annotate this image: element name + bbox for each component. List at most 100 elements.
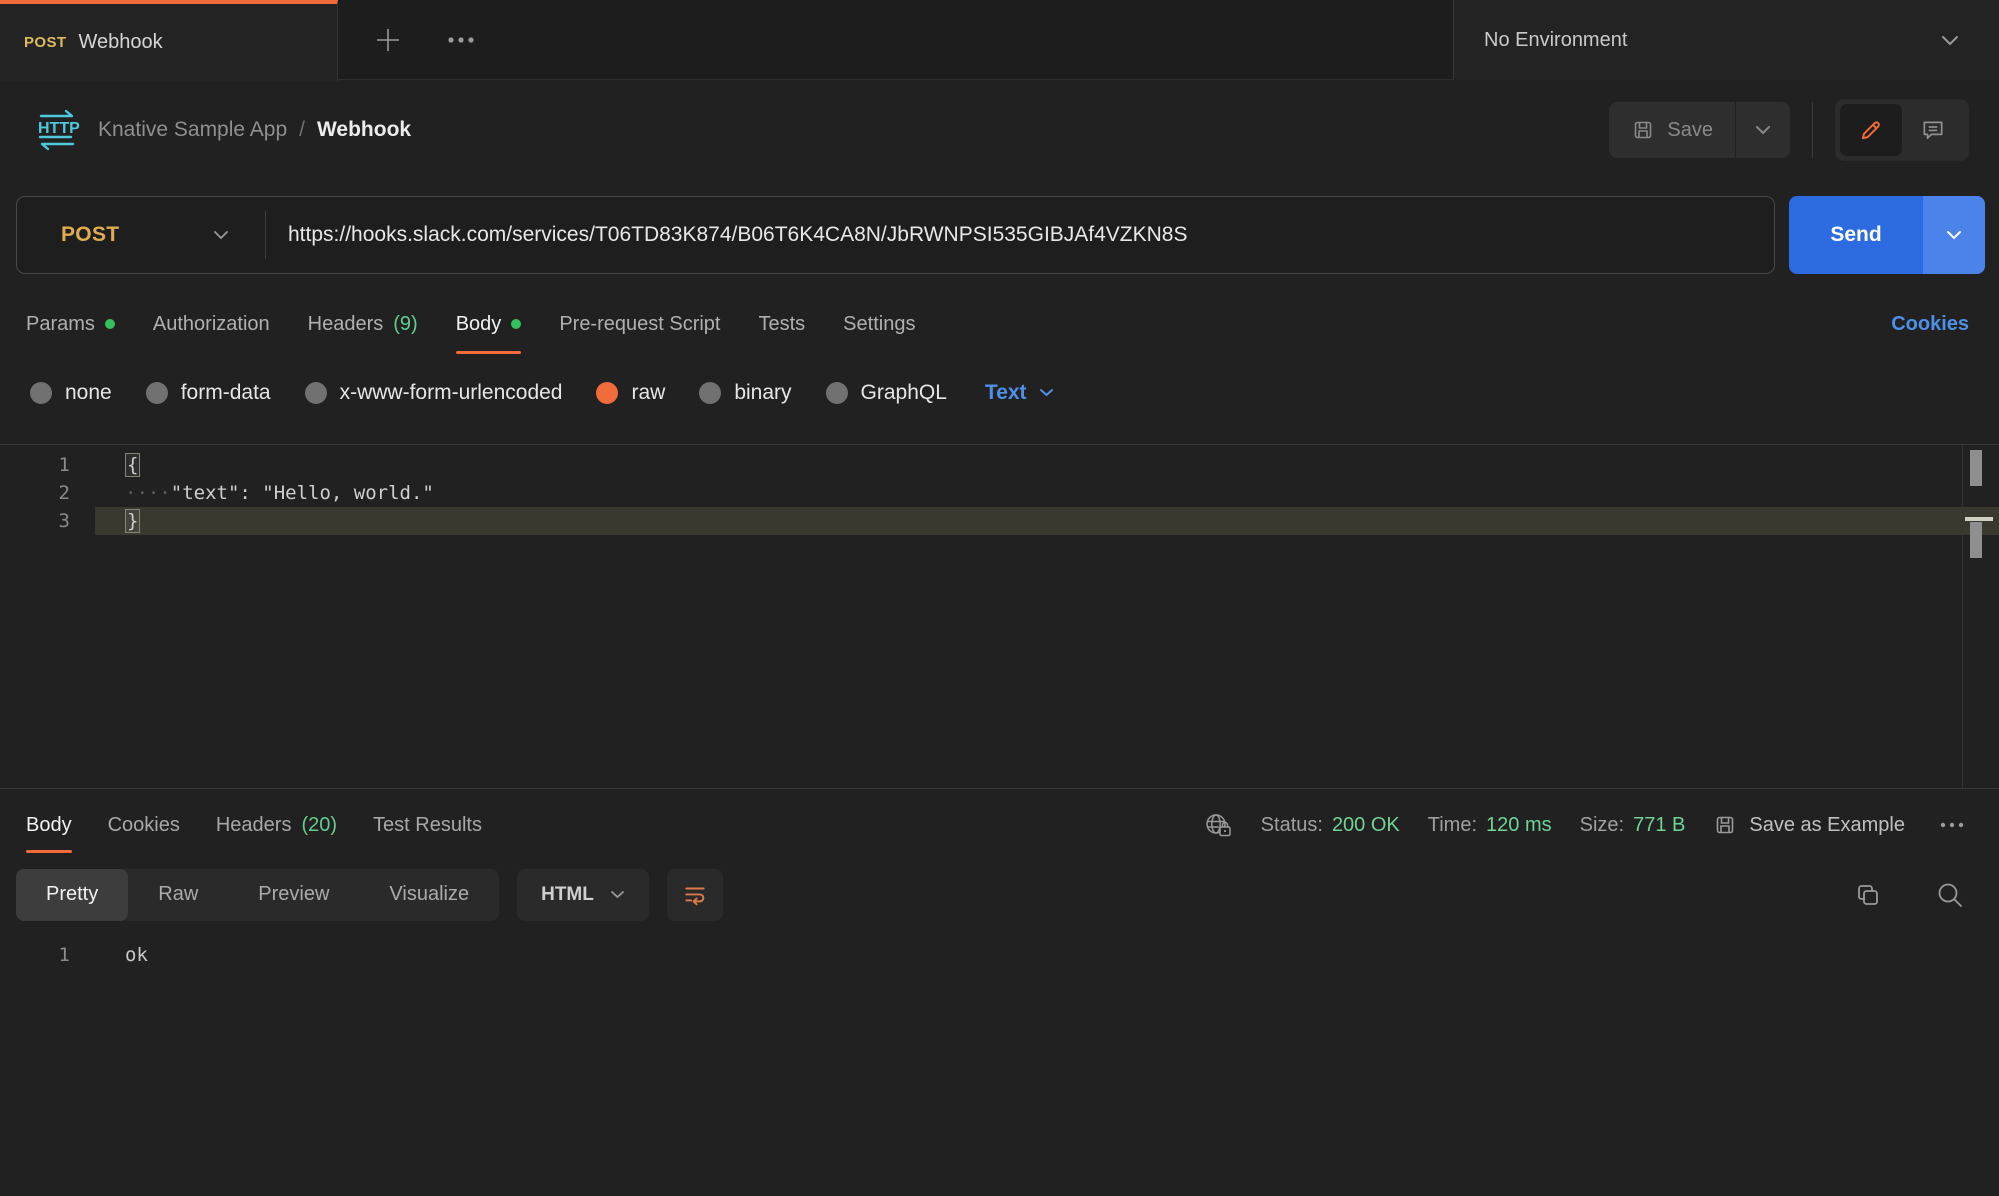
response-text: ok (95, 940, 1999, 970)
tab-label: Authorization (153, 313, 270, 336)
tab-label: Headers (216, 814, 292, 837)
tab-options-button[interactable] (436, 25, 486, 55)
time-pair: Time: 120 ms (1428, 814, 1552, 837)
scrollbar-thumb[interactable] (1970, 450, 1982, 486)
svg-text:HTTP: HTTP (38, 120, 80, 137)
view-pretty-button[interactable]: Pretty (16, 869, 128, 921)
response-body-viewer[interactable]: 1 ok (0, 928, 1999, 970)
copy-response-button[interactable] (1847, 876, 1885, 914)
breadcrumb-request-name[interactable]: Webhook (317, 118, 411, 142)
line-content: ····"text": "Hello, world." (95, 479, 1999, 507)
search-response-button[interactable] (1931, 876, 1969, 914)
headers-count-badge: (9) (393, 313, 417, 336)
size-pair: Size: 771 B (1580, 814, 1686, 837)
view-raw-button[interactable]: Raw (128, 869, 228, 921)
save-as-example-button[interactable]: Save as Example (1713, 813, 1905, 837)
raw-format-selector[interactable]: Text (985, 381, 1054, 405)
response-options-button[interactable] (1933, 815, 1971, 835)
view-preview-button[interactable]: Preview (228, 869, 359, 921)
response-format-selector[interactable]: HTML (517, 869, 649, 921)
tab-method-label: POST (24, 34, 66, 51)
method-selector[interactable]: POST (17, 223, 265, 247)
line-content: { (95, 451, 1999, 479)
line-number: 2 (0, 479, 95, 507)
tab-label: Params (26, 313, 95, 336)
response-line: 1 ok (0, 940, 1999, 970)
tab-pre-request-script[interactable]: Pre-request Script (559, 289, 720, 359)
request-body-editor[interactable]: 1 { 2 ····"text": "Hello, world." 3 } (0, 444, 1999, 789)
time-value: 120 ms (1486, 814, 1552, 837)
save-button-label: Save (1667, 119, 1713, 142)
network-globe-lock-icon[interactable] (1203, 811, 1233, 839)
cursor-position-mark (1970, 522, 1982, 558)
chevron-down-icon (610, 890, 625, 899)
line-number: 3 (0, 507, 95, 535)
mode-graphql[interactable]: GraphQL (826, 381, 947, 405)
code-line-current: 3 } (0, 507, 1999, 535)
code-line: 2 ····"text": "Hello, world." (0, 479, 1999, 507)
url-input[interactable] (266, 223, 1774, 247)
mode-label: x-www-form-urlencoded (340, 381, 563, 405)
tab-body[interactable]: Body (456, 289, 522, 359)
save-options-button[interactable] (1736, 102, 1790, 158)
tab-title: Webhook (78, 31, 162, 54)
mode-label: form-data (181, 381, 271, 405)
cookies-link[interactable]: Cookies (1891, 313, 1969, 336)
new-tab-button[interactable] (362, 14, 414, 66)
mode-label: none (65, 381, 112, 405)
comments-button[interactable] (1902, 104, 1964, 156)
radio-icon (305, 382, 327, 404)
mode-binary[interactable]: binary (699, 381, 791, 405)
response-actions (1847, 876, 1969, 914)
tab-label: Test Results (373, 814, 482, 837)
more-horizontal-icon (446, 35, 476, 45)
response-tab-cookies[interactable]: Cookies (108, 789, 180, 861)
wrap-line-button[interactable] (667, 869, 723, 921)
tab-authorization[interactable]: Authorization (153, 289, 270, 359)
wrap-text-icon (682, 882, 708, 908)
comment-icon (1920, 117, 1946, 143)
send-options-button[interactable] (1923, 196, 1985, 274)
tab-params[interactable]: Params (26, 289, 115, 359)
tab-settings[interactable]: Settings (843, 289, 915, 359)
send-button[interactable]: Send (1789, 196, 1923, 274)
copy-icon (1851, 880, 1881, 910)
status-label: Status: (1261, 814, 1323, 837)
radio-selected-icon (596, 382, 618, 404)
edit-documentation-button[interactable] (1840, 104, 1902, 156)
breadcrumb-collection[interactable]: Knative Sample App (98, 118, 287, 142)
send-button-group: Send (1789, 196, 1985, 274)
tab-label: Headers (308, 313, 384, 336)
tab-label: Settings (843, 313, 915, 336)
save-as-example-label: Save as Example (1749, 814, 1905, 837)
tab-headers[interactable]: Headers (9) (308, 289, 418, 359)
response-tab-test-results[interactable]: Test Results (373, 789, 482, 861)
radio-icon (146, 382, 168, 404)
environment-name: No Environment (1484, 29, 1627, 52)
whitespace-dots: ···· (125, 482, 171, 504)
size-label: Size: (1580, 814, 1624, 837)
editor-overview-ruler[interactable] (1962, 445, 1999, 788)
bracket-match: { (125, 453, 140, 477)
tab-bar: POST Webhook No Environment (0, 0, 1999, 80)
line-content: } (95, 507, 1999, 535)
mode-none[interactable]: none (30, 381, 112, 405)
mode-label: GraphQL (861, 381, 947, 405)
response-tab-headers[interactable]: Headers (20) (216, 789, 337, 861)
bracket-match: } (125, 509, 140, 533)
tab-tests[interactable]: Tests (758, 289, 805, 359)
save-button-group: Save (1609, 102, 1790, 158)
doc-comment-toggle-group (1835, 99, 1969, 161)
request-tab[interactable]: POST Webhook (0, 0, 338, 81)
save-button[interactable]: Save (1609, 102, 1736, 158)
response-tab-body[interactable]: Body (26, 789, 72, 861)
mode-raw[interactable]: raw (596, 381, 665, 405)
divider (1812, 102, 1813, 158)
tab-label: Cookies (108, 814, 180, 837)
raw-format-label: Text (985, 381, 1027, 405)
mode-x-www-form-urlencoded[interactable]: x-www-form-urlencoded (305, 381, 563, 405)
headers-count-badge: (20) (301, 814, 337, 837)
mode-form-data[interactable]: form-data (146, 381, 271, 405)
environment-selector[interactable]: No Environment (1453, 0, 1999, 80)
view-visualize-button[interactable]: Visualize (359, 869, 499, 921)
